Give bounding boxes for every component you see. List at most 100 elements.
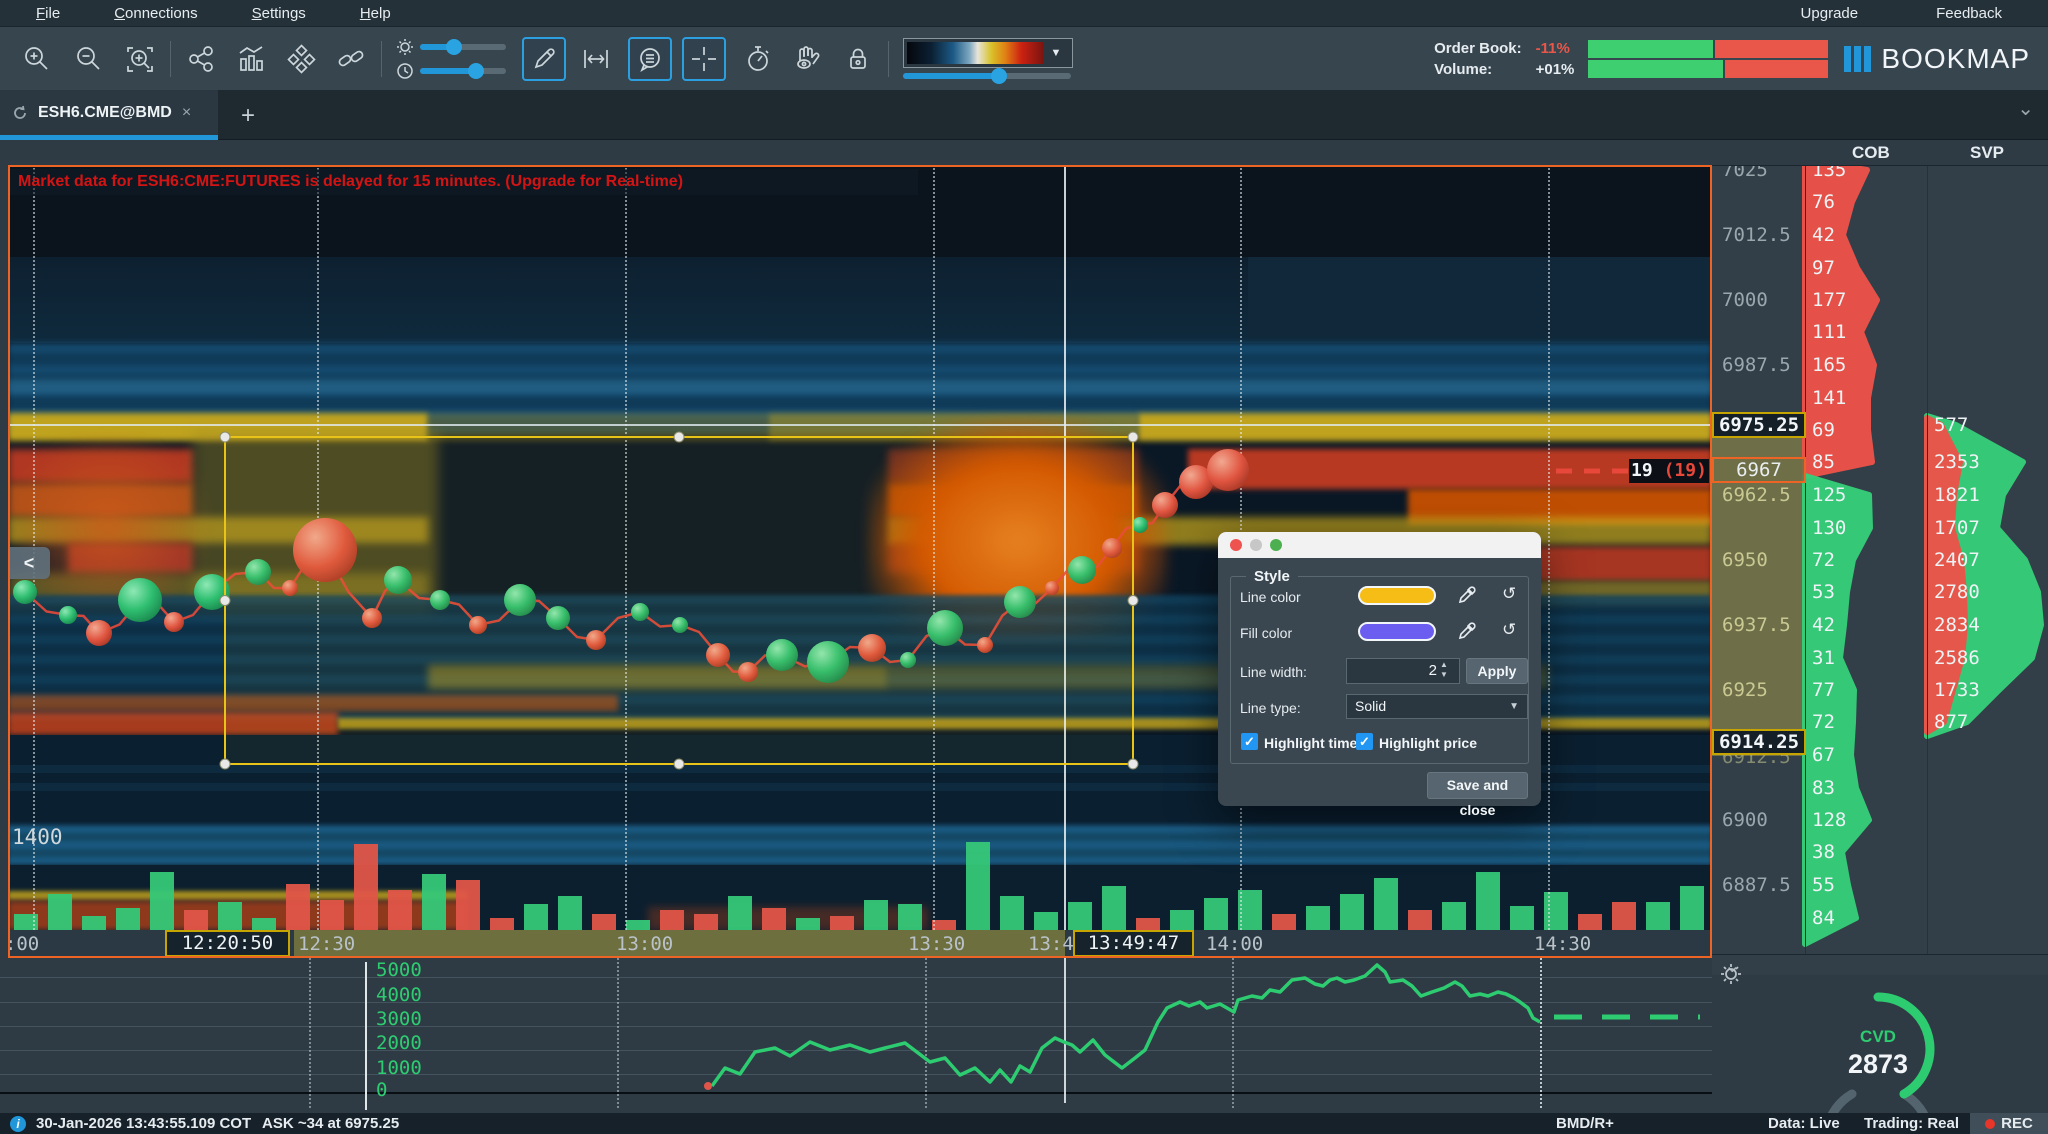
time-smoothing-slider[interactable] bbox=[420, 68, 506, 74]
heatmap-palette[interactable]: ▼ bbox=[903, 38, 1073, 68]
bookmap-logo-text: BOOKMAP bbox=[1881, 43, 2030, 75]
link-icon[interactable] bbox=[329, 37, 373, 81]
orderbook-bars bbox=[1588, 38, 1828, 80]
volume-bar bbox=[388, 890, 412, 930]
cob-value: 42 bbox=[1812, 224, 1835, 246]
volume-bar bbox=[524, 904, 548, 930]
volume-bar bbox=[966, 842, 990, 930]
eyedropper-icon[interactable] bbox=[1458, 622, 1476, 645]
apply-button[interactable]: Apply bbox=[1466, 658, 1528, 684]
svp-value: 2407 bbox=[1934, 549, 1980, 571]
price-level-line bbox=[8, 424, 1712, 426]
fill-color-swatch[interactable] bbox=[1358, 622, 1436, 641]
measure-top-price-box: 6975.25 bbox=[1712, 412, 1806, 438]
palette-intensity-slider[interactable] bbox=[903, 73, 1071, 79]
tabbar-chevron-icon[interactable]: ⌄ bbox=[2017, 96, 2034, 121]
cvd-gauge-panel: CVD 2873 bbox=[1712, 975, 2048, 1115]
time-axis[interactable]: 12:0012:3013:0013:3013:4514:0014:30 12:2… bbox=[8, 930, 1712, 958]
volume-bar bbox=[456, 880, 480, 930]
eyedropper-icon[interactable] bbox=[1458, 586, 1476, 609]
menu-connections[interactable]: Connections bbox=[108, 5, 203, 22]
volume-bar bbox=[1272, 914, 1296, 930]
chart-stats-icon[interactable] bbox=[229, 37, 273, 81]
highlight-price-label: Highlight price bbox=[1379, 735, 1477, 751]
dialog-close-icon[interactable] bbox=[1230, 539, 1242, 551]
svp-value: 1707 bbox=[1934, 517, 1980, 539]
cob-header: COB bbox=[1852, 143, 1890, 163]
highlight-price-checkbox[interactable]: ✓ bbox=[1356, 733, 1373, 750]
line-type-select[interactable]: Solid ▼ bbox=[1346, 694, 1528, 719]
save-and-close-button[interactable]: Save and close bbox=[1427, 772, 1528, 799]
dialog-minimize-icon[interactable] bbox=[1250, 539, 1262, 551]
time-label: 13:30 bbox=[908, 933, 965, 955]
reset-line-color-icon[interactable]: ↺ bbox=[1502, 584, 1516, 604]
pencil-icon[interactable] bbox=[522, 37, 566, 81]
price-axis-panel[interactable]: 70257012.570006987.56962.569506937.56925… bbox=[1712, 166, 2048, 955]
volume-bar bbox=[864, 900, 888, 930]
new-tab-button[interactable]: + bbox=[228, 98, 268, 134]
cvd-axis-label: 2000 bbox=[376, 1032, 422, 1054]
info-icon[interactable]: i bbox=[10, 1116, 26, 1132]
time-label: 12:30 bbox=[298, 933, 355, 955]
lock-icon[interactable] bbox=[836, 37, 880, 81]
trade-queue: (19) bbox=[1664, 460, 1707, 481]
volume-bar bbox=[660, 910, 684, 930]
palette-dropdown-icon[interactable]: ▼ bbox=[1043, 47, 1069, 59]
status-ask: ASK ~34 at 6975.25 bbox=[262, 1115, 399, 1132]
crosshair-icon[interactable] bbox=[682, 37, 726, 81]
svp-value: 2834 bbox=[1934, 614, 1980, 636]
palette-gradient bbox=[907, 42, 1043, 64]
zoom-region-icon[interactable] bbox=[118, 37, 162, 81]
brightness-slider[interactable] bbox=[420, 44, 506, 50]
cvd-pane[interactable]: 500040003000200010000 bbox=[0, 958, 1712, 1115]
time-cursor-line bbox=[1064, 165, 1066, 930]
rec-label: REC bbox=[2001, 1115, 2033, 1132]
dialog-titlebar[interactable] bbox=[1218, 532, 1541, 558]
hand-eye-icon[interactable] bbox=[786, 37, 830, 81]
menu-file[interactable]: File bbox=[30, 5, 66, 22]
zoom-out-icon[interactable] bbox=[66, 37, 110, 81]
annotation-icon[interactable] bbox=[628, 37, 672, 81]
menu-help[interactable]: Help bbox=[354, 5, 397, 22]
cob-value: 84 bbox=[1812, 907, 1835, 929]
right-panel-header: COB SVP bbox=[1712, 140, 2048, 166]
line-color-label: Line color bbox=[1240, 589, 1301, 605]
reset-fill-color-icon[interactable]: ↺ bbox=[1502, 620, 1516, 640]
spinner-icon[interactable]: ▲▼ bbox=[1440, 660, 1448, 680]
rec-indicator[interactable]: REC bbox=[1970, 1113, 2048, 1134]
volume-bar bbox=[150, 872, 174, 930]
volume-bar bbox=[116, 908, 140, 930]
cob-value: 177 bbox=[1812, 289, 1846, 311]
stopwatch-icon[interactable] bbox=[736, 37, 780, 81]
orderbook-stats: Order Book: Volume: -11% +01% bbox=[1434, 38, 1844, 80]
status-data-mode: Data: Live bbox=[1768, 1115, 1840, 1132]
menu-upgrade[interactable]: Upgrade bbox=[1795, 5, 1865, 22]
tab-close-icon[interactable]: × bbox=[182, 104, 191, 122]
menu-settings[interactable]: Settings bbox=[246, 5, 312, 22]
cob-value: 53 bbox=[1812, 581, 1835, 603]
dialog-maximize-icon[interactable] bbox=[1270, 539, 1282, 551]
style-group-title: Style bbox=[1246, 568, 1298, 585]
volume-bar bbox=[1680, 886, 1704, 930]
highlight-time-checkbox[interactable]: ✓ bbox=[1241, 733, 1258, 750]
diamonds-icon[interactable] bbox=[279, 37, 323, 81]
toolbar: ▼ Order Book: Volume: -11% +01% BOOKMAP bbox=[0, 27, 2048, 90]
volume-bar bbox=[1374, 878, 1398, 930]
volume-value: +01% bbox=[1536, 59, 1575, 80]
menu-feedback[interactable]: Feedback bbox=[1930, 5, 2008, 22]
collapse-left-panel-button[interactable]: < bbox=[8, 547, 50, 579]
fit-width-icon[interactable] bbox=[574, 37, 618, 81]
volume-bar bbox=[82, 916, 106, 930]
line-color-swatch[interactable] bbox=[1358, 586, 1436, 605]
tab-esh6[interactable]: ESH6.CME@BMD × bbox=[0, 90, 218, 140]
zoom-in-icon[interactable] bbox=[14, 37, 58, 81]
share-icon[interactable] bbox=[179, 37, 223, 81]
volume-bar bbox=[1000, 896, 1024, 930]
cob-value: 135 bbox=[1812, 166, 1846, 181]
order-book-value: -11% bbox=[1536, 38, 1575, 59]
price-label: 7000 bbox=[1722, 289, 1768, 311]
volume-bar bbox=[48, 894, 72, 930]
time-label: 14:00 bbox=[1206, 933, 1263, 955]
volume-bar bbox=[558, 896, 582, 930]
volume-bar bbox=[422, 874, 446, 930]
